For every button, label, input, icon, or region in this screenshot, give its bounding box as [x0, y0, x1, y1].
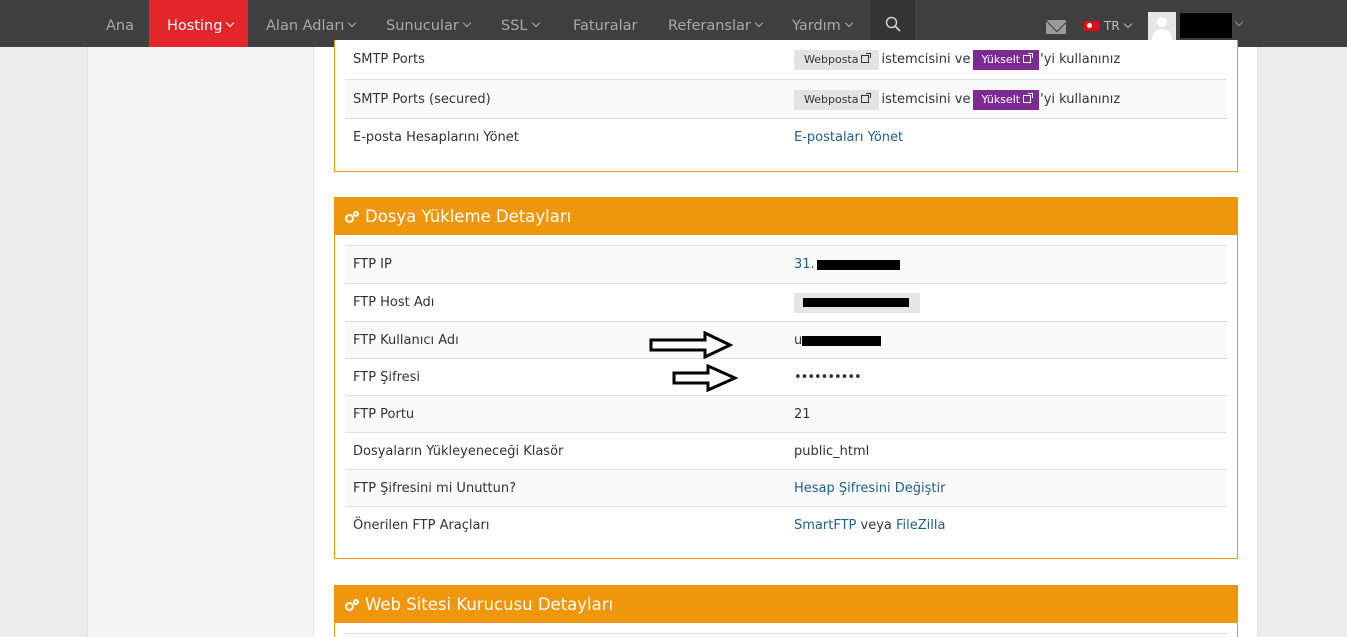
redacted-block	[816, 259, 900, 270]
row-label: FTP Kullanıcı Adı	[353, 333, 459, 348]
row-label: Önerilen FTP Araçları	[353, 518, 490, 533]
chevron-down-icon	[462, 18, 472, 28]
user-name-redacted[interactable]	[1180, 13, 1232, 38]
table-row: SMTP Ports (secured) Webposta istemcisini…	[345, 79, 1227, 118]
mail-icon[interactable]	[1046, 20, 1066, 34]
row-value: Webposta istemcisini ve Yükselt'yi kullanı…	[794, 40, 1120, 79]
chevron-down-icon	[226, 18, 235, 28]
ftp-port-value: 21	[794, 407, 811, 422]
upgrade-button[interactable]: Yükselt	[973, 89, 1040, 110]
cogs-icon	[345, 599, 360, 611]
upgrade-button[interactable]: Yükselt	[973, 49, 1040, 70]
redacted-block	[803, 297, 909, 307]
external-link-icon	[861, 92, 872, 103]
change-password-link[interactable]: Hesap Şifresini Değiştir	[794, 470, 945, 507]
panel-title: Dosya Yükleme Detayları	[365, 207, 572, 226]
external-link-icon	[861, 52, 872, 63]
panel-title: Web Sitesi Kurucusu Detayları	[365, 595, 614, 614]
flag-tr-icon	[1084, 20, 1099, 31]
table-row: Dosyaların Yükleyeneceği Klasör public_h…	[345, 432, 1227, 469]
ftp-host-value	[794, 284, 920, 322]
chevron-down-icon	[531, 18, 540, 28]
row-label: FTP IP	[353, 257, 392, 272]
avatar-icon[interactable]	[1148, 12, 1176, 40]
arrow-annotation-icon	[649, 331, 733, 359]
row-label: SMTP Ports	[353, 52, 425, 67]
chevron-down-icon	[844, 18, 854, 28]
table-row: FTP Kullanıcı Adı u	[345, 321, 1227, 358]
chevron-down-icon[interactable]	[1234, 17, 1244, 27]
ftp-ip-value: 31.	[794, 246, 900, 284]
ftp-password-value: ••••••••••	[794, 370, 862, 385]
row-label: SMTP Ports (secured)	[353, 92, 491, 107]
arrow-annotation-icon	[672, 364, 738, 392]
email-details-panel: SMTP Ports Webposta istemcisini ve Yükselt…	[334, 40, 1238, 172]
ftp-tools-value: SmartFTP veya FileZilla	[794, 518, 946, 533]
table-row: FTP Şifresini mi Unuttun? Hesap Şifresin…	[345, 469, 1227, 506]
panel-header: Web Sitesi Kurucusu Detayları	[335, 586, 1237, 623]
ftp-username-value: u	[794, 322, 882, 359]
chevron-down-icon	[348, 18, 357, 28]
row-label: FTP Şifresini mi Unuttun?	[353, 481, 517, 496]
table-row: FTP IP 31.	[345, 245, 1227, 283]
search-icon	[885, 16, 901, 32]
nav-item-ana[interactable]: Ana	[106, 0, 134, 47]
webmail-button[interactable]: Webposta	[794, 89, 880, 110]
ftp-details-panel: Dosya Yükleme Detayları FTP IP 31. FTP H…	[334, 197, 1238, 559]
row-label: FTP Host Adı	[353, 295, 435, 310]
host-field	[794, 292, 920, 313]
row-label: Dosyaların Yükleyeneceği Klasör	[353, 444, 564, 459]
sidebar	[88, 47, 314, 637]
row-label: FTP Portu	[353, 407, 415, 422]
table-row: SMTP Ports Webposta istemcisini ve Yükselt…	[345, 40, 1227, 79]
filezilla-link[interactable]: FileZilla	[896, 518, 945, 533]
row-label: E-posta Hesaplarını Yönet	[353, 130, 519, 145]
upload-folder-value: public_html	[794, 444, 870, 459]
panel-header: Dosya Yükleme Detayları	[335, 198, 1237, 235]
table-row: Önerilen FTP Araçları SmartFTP veya File…	[345, 506, 1227, 543]
cogs-icon	[345, 211, 360, 223]
redacted-block	[802, 335, 882, 346]
table-row: E-posta Hesaplarını Yönet E-postaları Yö…	[345, 118, 1227, 156]
smartftp-link[interactable]: SmartFTP	[794, 518, 856, 533]
row-value: Webposta istemcisini ve Yükselt'yi kullanı…	[794, 80, 1120, 119]
external-link-icon	[1023, 92, 1034, 103]
webmail-button[interactable]: Webposta	[794, 49, 880, 70]
row-label: FTP Şifresi	[353, 370, 421, 385]
nav-item-hosting[interactable]: Hosting	[149, 0, 248, 55]
table-row: FTP Host Adı	[345, 283, 1227, 321]
manage-emails-link[interactable]: E-postaları Yönet	[794, 119, 903, 157]
chevron-down-icon	[1123, 19, 1132, 29]
table-row	[345, 633, 1227, 637]
external-link-icon	[1023, 52, 1034, 63]
table-row: FTP Portu 21	[345, 395, 1227, 432]
website-builder-panel: Web Sitesi Kurucusu Detayları	[334, 585, 1238, 637]
table-row: FTP Şifresi ••••••••••	[345, 358, 1227, 395]
chevron-down-icon	[754, 18, 764, 28]
